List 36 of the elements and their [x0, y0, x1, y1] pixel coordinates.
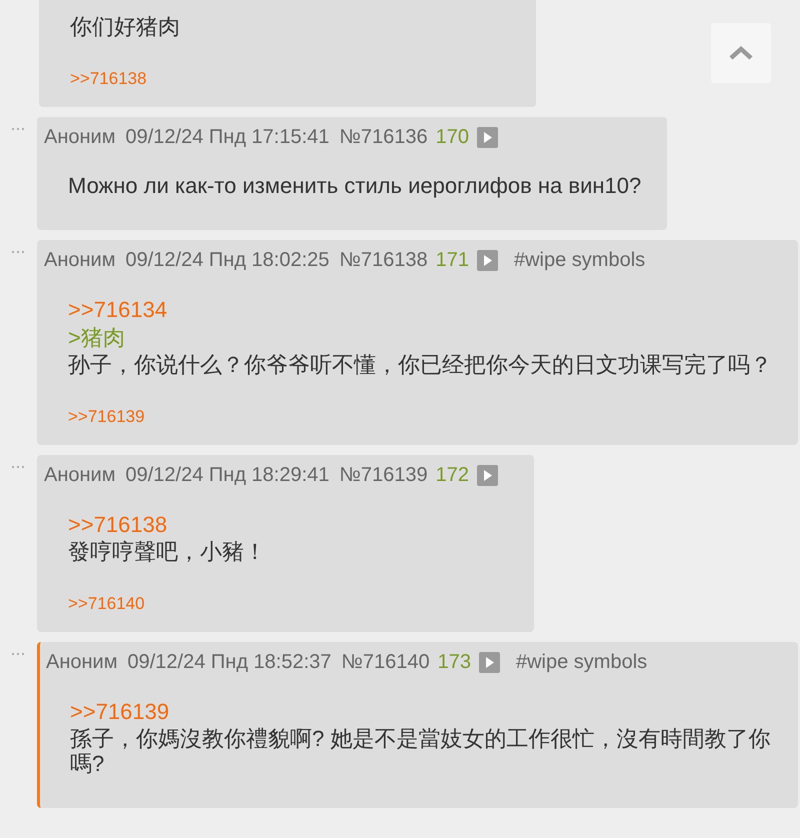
reply-link[interactable]: >>716139: [70, 698, 772, 726]
post-count: 173: [438, 650, 471, 674]
post-number[interactable]: №716139: [339, 463, 428, 487]
play-icon[interactable]: [476, 250, 498, 270]
post-date: 09/12/24 Пнд 17:15:41: [125, 125, 330, 149]
post-date: 09/12/24 Пнд 18:52:37: [127, 650, 332, 674]
reply-link[interactable]: >>716134: [68, 296, 772, 324]
chevron-up-icon: [728, 45, 754, 61]
reply-link[interactable]: >>716138: [68, 511, 508, 539]
post-date: 09/12/24 Пнд 18:29:41: [125, 463, 330, 487]
post-number[interactable]: №716140: [341, 650, 430, 674]
post-number[interactable]: №716138: [339, 248, 428, 272]
post-count: 171: [436, 248, 469, 272]
post-number[interactable]: №716136: [339, 125, 428, 149]
post-tag[interactable]: #wipe symbols: [516, 650, 648, 674]
play-icon[interactable]: [476, 126, 498, 148]
post-text: 孙子，你说什么？你爷爷听不懂，你已经把你今天的日文功课写完了吗？: [68, 352, 772, 377]
post-text: Можно ли как-то изменить стиль иероглифов на вин10?: [68, 173, 642, 198]
post-count: 170: [436, 125, 469, 149]
post-date: 09/12/24 Пнд 18:02:25: [125, 248, 330, 272]
quote-text: >猪肉: [68, 324, 126, 352]
poster-name: Аноним: [46, 650, 118, 674]
play-icon[interactable]: [478, 652, 500, 672]
post-tag[interactable]: #wipe symbols: [514, 248, 646, 272]
post-text: 孫子，你媽沒教你禮貌啊? 她是不是當妓女的工作很忙，沒有時間教了你嗎?: [70, 726, 772, 776]
post-count: 172: [436, 463, 469, 487]
post-text: 你们好猪肉: [70, 14, 181, 39]
poster-name: Аноним: [44, 463, 116, 487]
reply-link[interactable]: >>716139: [68, 407, 145, 426]
reply-link[interactable]: >>716138: [70, 69, 147, 88]
reply-link[interactable]: >>716140: [68, 594, 145, 613]
post-text: 發哼哼聲吧，小豬！: [68, 539, 267, 564]
play-icon[interactable]: [476, 464, 498, 486]
poster-name: Аноним: [44, 248, 116, 272]
scroll-up-button[interactable]: [711, 23, 771, 83]
poster-name: Аноним: [44, 125, 116, 149]
